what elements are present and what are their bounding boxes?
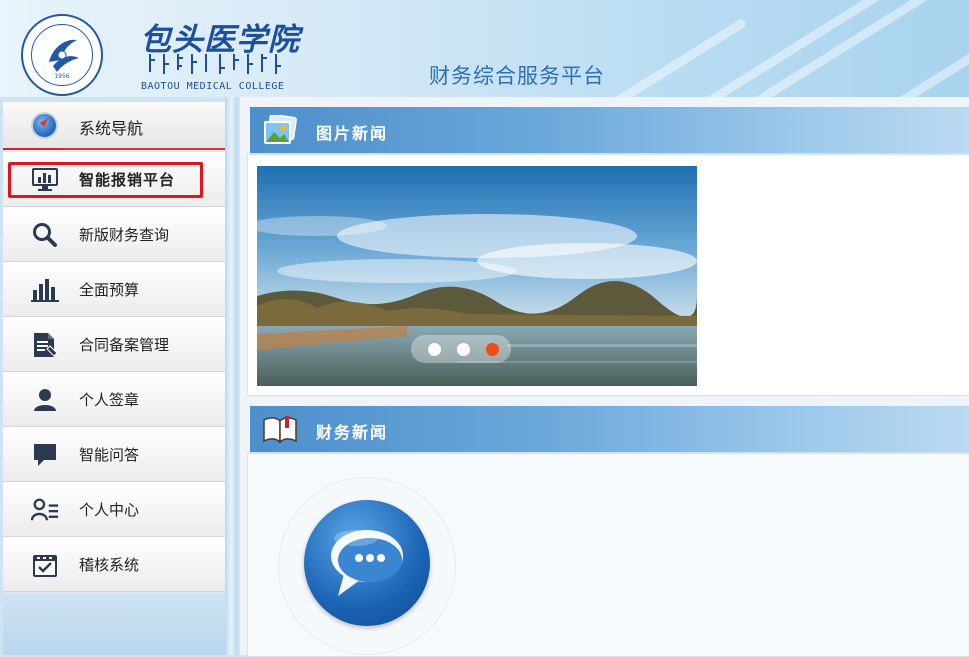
- school-seal-logo: 1956: [21, 14, 103, 96]
- sidebar-nav: 系统导航 智能报销平台 新版财务查询 全面预算 合同备案管理 个人签章 智能问答…: [3, 102, 226, 655]
- search-icon: [31, 222, 59, 248]
- nav-item-budget[interactable]: 全面预算: [3, 262, 225, 317]
- photo-news-title: 图片新闻: [316, 124, 389, 143]
- page-header: 1956 包头医学院 BAOTOU MEDICAL COLLEGE 财务综合服务…: [0, 0, 969, 97]
- nav-label: 全面预算: [79, 281, 140, 299]
- nav-label: 智能问答: [79, 446, 140, 464]
- chat-icon: [31, 442, 59, 468]
- nav-item-finance-query[interactable]: 新版财务查询: [3, 207, 225, 262]
- nav-label: 个人中心: [79, 501, 140, 519]
- nav-label: 稽核系统: [79, 556, 140, 574]
- nav-item-contract-filing[interactable]: 合同备案管理: [3, 317, 225, 372]
- sidebar-footer: [3, 594, 225, 655]
- logo-year: 1956: [54, 73, 70, 80]
- chat-bubble-icon: [304, 500, 430, 626]
- nav-item-audit-system[interactable]: 稽核系统: [3, 537, 225, 592]
- document-icon: [31, 332, 59, 358]
- nav-label: 合同备案管理: [79, 336, 170, 354]
- carousel-dot-2[interactable]: [457, 343, 470, 356]
- nav-title: 系统导航: [79, 119, 144, 138]
- nav-label: 新版财务查询: [79, 226, 170, 244]
- photo-news-header: 图片新闻: [250, 107, 969, 155]
- news-photo-carousel[interactable]: [257, 166, 697, 386]
- nav-item-smart-reimbursement[interactable]: 智能报销平台: [3, 152, 225, 207]
- carousel-dot-1[interactable]: [428, 343, 441, 356]
- nav-label: 个人签章: [79, 391, 140, 409]
- nav-header: 系统导航: [3, 102, 225, 150]
- finance-news-header: 财务新闻: [250, 406, 969, 454]
- picture-icon: [263, 113, 297, 151]
- monitor-chart-icon: [31, 167, 59, 193]
- carousel-indicators: [411, 335, 511, 363]
- nav-label: 智能报销平台: [79, 171, 176, 189]
- nav-item-smart-qa[interactable]: 智能问答: [3, 427, 225, 482]
- finance-news-title: 财务新闻: [316, 423, 389, 442]
- school-name-english: BAOTOU MEDICAL COLLEGE: [141, 81, 285, 92]
- mongolian-script-logo: [149, 54, 281, 74]
- user-list-icon: [31, 497, 59, 523]
- calendar-check-icon: [31, 552, 59, 578]
- sidebar-splitter: [225, 97, 237, 655]
- book-icon: [262, 414, 298, 448]
- compass-icon: [31, 112, 58, 139]
- main-content: 图片新闻 财务新闻: [240, 97, 969, 657]
- platform-title: 财务综合服务平台: [429, 64, 605, 88]
- bar-chart-icon: [31, 277, 59, 303]
- nav-item-personal-seal[interactable]: 个人签章: [3, 372, 225, 427]
- user-icon: [31, 387, 59, 413]
- carousel-dot-3[interactable]: [486, 343, 499, 356]
- nav-item-personal-center[interactable]: 个人中心: [3, 482, 225, 537]
